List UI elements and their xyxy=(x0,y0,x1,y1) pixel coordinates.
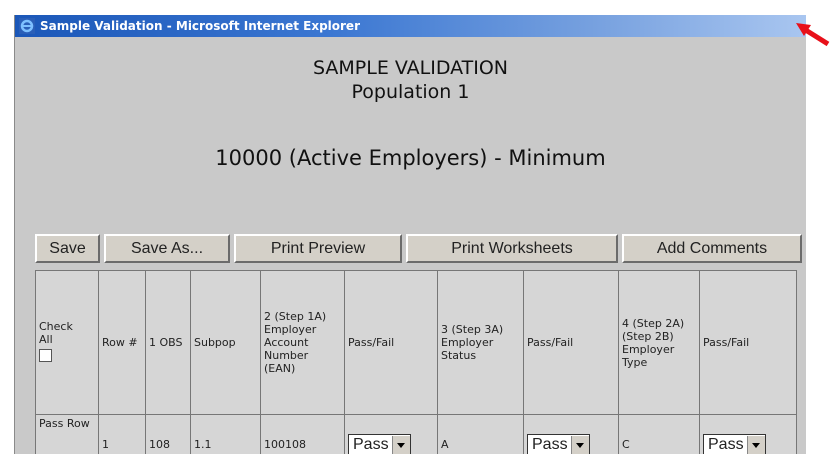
population-label: Population 1 xyxy=(351,81,470,103)
save-button[interactable]: Save xyxy=(35,234,100,263)
dropdown-arrow-icon[interactable] xyxy=(746,435,765,454)
page-content: SAMPLE VALIDATION Population 1 10000 (Ac… xyxy=(15,37,806,454)
subpop-header: Subpop xyxy=(190,270,261,415)
title-bar: Sample Validation - Microsoft Internet E… xyxy=(15,15,806,37)
employer-type-header: 4 (Step 2A) (Step 2B) Employer Type xyxy=(618,270,700,415)
subpop-value: 1.1 xyxy=(190,414,261,454)
print-preview-button[interactable]: Print Preview xyxy=(234,234,402,263)
dropdown-arrow-icon[interactable] xyxy=(570,435,589,454)
check-all-checkbox[interactable] xyxy=(39,349,52,362)
pass-fail-cell-2: Pass xyxy=(523,414,619,454)
pass-fail-cell-3: Pass xyxy=(699,414,797,454)
save-as-button[interactable]: Save As... xyxy=(104,234,230,263)
pass-fail-select-1[interactable]: Pass xyxy=(348,433,411,454)
toolbar: Save Save As... Print Preview Print Work… xyxy=(35,234,806,263)
pass-fail-select-3[interactable]: Pass xyxy=(703,433,766,454)
browser-window: Sample Validation - Microsoft Internet E… xyxy=(14,15,806,454)
print-worksheets-button[interactable]: Print Worksheets xyxy=(406,234,618,263)
pass-fail-select-1-value: Pass xyxy=(353,435,389,453)
check-all-header: Check All xyxy=(35,270,99,415)
obs-header: 1 OBS xyxy=(145,270,191,415)
check-all-label: Check All xyxy=(39,320,73,346)
table-header-row: Check All Row # 1 OBS Subpop 2 (Step 1A)… xyxy=(35,270,797,415)
obs-value: 108 xyxy=(145,414,191,454)
red-arrow-icon xyxy=(796,23,830,47)
employer-type-value: C xyxy=(618,414,700,454)
pass-fail-select-2[interactable]: Pass xyxy=(527,433,590,454)
ean-value: 100108 xyxy=(260,414,345,454)
table-row: Pass Row 1 108 1.1 100108 Pass A Pass C … xyxy=(35,414,797,454)
pass-fail-cell-1: Pass xyxy=(344,414,438,454)
validation-table: Check All Row # 1 OBS Subpop 2 (Step 1A)… xyxy=(35,270,797,454)
pass-row-label[interactable]: Pass Row xyxy=(35,414,99,454)
page-title: SAMPLE VALIDATION xyxy=(312,57,509,79)
add-comments-button[interactable]: Add Comments xyxy=(622,234,802,263)
page-subtitle: 10000 (Active Employers) - Minimum xyxy=(215,146,606,170)
ie-icon xyxy=(19,18,35,34)
window-title: Sample Validation - Microsoft Internet E… xyxy=(40,19,360,33)
pass-fail-select-2-value: Pass xyxy=(532,435,568,453)
dropdown-arrow-icon[interactable] xyxy=(391,435,410,454)
row-header: Row # xyxy=(98,270,146,415)
pass-fail-select-3-value: Pass xyxy=(708,435,744,453)
pass-fail-header-3: Pass/Fail xyxy=(699,270,797,415)
employer-status-value: A xyxy=(437,414,524,454)
pass-fail-header-2: Pass/Fail xyxy=(523,270,619,415)
pass-fail-header-1: Pass/Fail xyxy=(344,270,438,415)
row-number: 1 xyxy=(98,414,146,454)
ean-header: 2 (Step 1A) Employer Account Number (EAN… xyxy=(260,270,345,415)
employer-status-header: 3 (Step 3A) Employer Status xyxy=(437,270,524,415)
